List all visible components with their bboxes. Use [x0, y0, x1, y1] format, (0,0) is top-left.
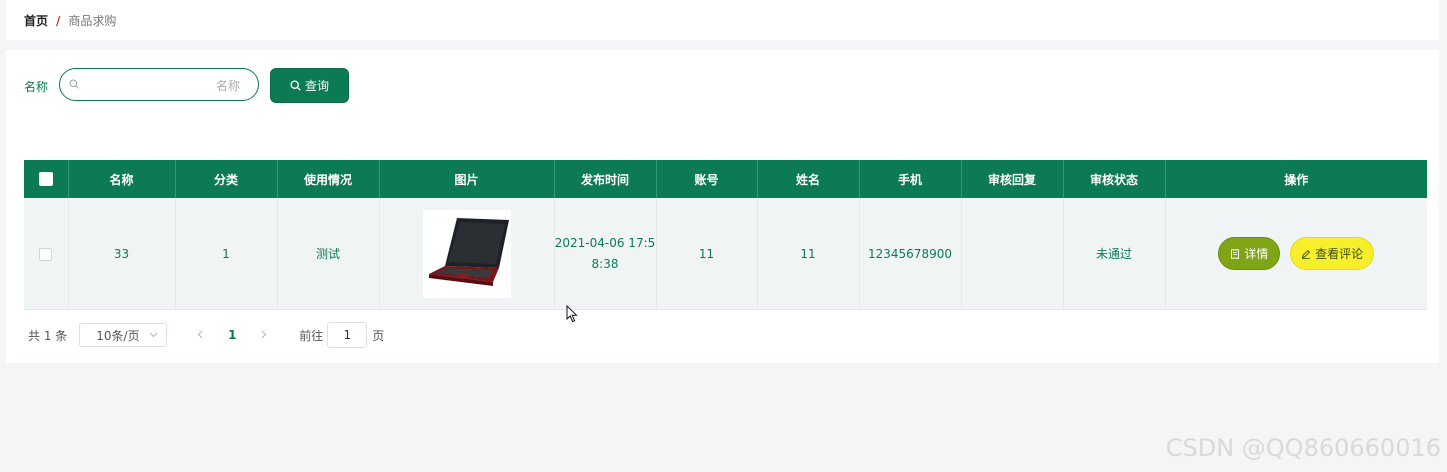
search-input[interactable]: [88, 75, 242, 97]
pagination-total: 共 1 条: [28, 328, 68, 343]
row-select-cell[interactable]: [24, 198, 69, 310]
page-number-1[interactable]: 1: [219, 328, 245, 342]
chevron-left-icon: [198, 330, 203, 339]
page-size-value: 10条/页: [96, 328, 140, 343]
prev-page-button[interactable]: [187, 328, 213, 342]
header-publish-time: 发布时间: [554, 160, 657, 198]
goto-label: 前往: [299, 328, 324, 343]
cell-category: 1: [175, 198, 278, 310]
table-header-row: 名称 分类 使用情况 图片 发布时间 账号 姓名 手机 审核回复 审核状态 操作: [24, 160, 1427, 198]
cell-phone: 12345678900: [859, 198, 962, 310]
header-image: 图片: [379, 160, 555, 198]
header-phone: 手机: [859, 160, 962, 198]
header-select-all[interactable]: [24, 160, 69, 198]
header-review-reply: 审核回复: [961, 160, 1064, 198]
query-button[interactable]: 查询: [270, 68, 349, 103]
search-box[interactable]: [59, 68, 259, 101]
watermark: CSDN @QQ860660016: [1165, 434, 1441, 462]
header-actions: 操作: [1165, 160, 1427, 198]
header-account: 账号: [656, 160, 758, 198]
edit-icon: [1302, 249, 1311, 259]
search-icon: [69, 79, 79, 89]
cell-usage: 测试: [277, 198, 380, 310]
breadcrumb-home[interactable]: 首页: [24, 12, 48, 29]
breadcrumb-separator: /: [56, 13, 61, 28]
table-row: 33 1 测试 2021-04-06 17:58:38 11 11 123456…: [24, 198, 1427, 310]
row-checkbox[interactable]: [39, 247, 53, 261]
breadcrumb: 首页 / 商品求购: [24, 12, 116, 29]
header-usage: 使用情况: [277, 160, 380, 198]
search-icon: [290, 80, 301, 91]
cell-account: 11: [656, 198, 758, 310]
chevron-down-icon: [149, 332, 158, 338]
header-name: 名称: [68, 160, 176, 198]
cell-publish-time: 2021-04-06 17:58:38: [554, 198, 657, 310]
cell-review-status: 未通过: [1063, 198, 1166, 310]
goto-page-input[interactable]: [327, 322, 368, 348]
main-panel: 名称 查询 名称 分类 使用情况 图片 发布时间 账号: [6, 50, 1439, 363]
cursor-icon: [566, 305, 578, 323]
next-page-button[interactable]: [251, 328, 277, 342]
breadcrumb-current: 商品求购: [68, 14, 117, 28]
search-label: 名称: [24, 80, 49, 94]
detail-button-label: 详情: [1244, 247, 1269, 261]
select-all-checkbox[interactable]: [38, 172, 53, 187]
cell-review-reply: [961, 198, 1064, 310]
cell-real-name: 11: [757, 198, 860, 310]
detail-button[interactable]: 详情: [1218, 237, 1281, 270]
cell-actions: 详情 查看评论: [1165, 198, 1427, 310]
page-unit-label: 页: [372, 328, 385, 343]
cell-name: 33: [68, 198, 176, 310]
query-button-label: 查询: [304, 79, 329, 93]
pagination: 共 1 条 10条/页 1 前往 页: [28, 322, 384, 348]
chevron-right-icon: [261, 330, 267, 339]
document-icon: [1231, 248, 1240, 259]
cell-image: [379, 198, 555, 310]
page-size-select[interactable]: 10条/页: [79, 323, 168, 347]
header-real-name: 姓名: [757, 160, 860, 198]
view-comments-label: 查看评论: [1315, 247, 1364, 261]
laptop-image[interactable]: [422, 209, 511, 298]
breadcrumb-bar: 首页 / 商品求购: [6, 0, 1439, 40]
header-category: 分类: [175, 160, 278, 198]
header-review-status: 审核状态: [1063, 160, 1166, 198]
data-table: 名称 分类 使用情况 图片 发布时间 账号 姓名 手机 审核回复 审核状态 操作…: [24, 160, 1427, 310]
view-comments-button[interactable]: 查看评论: [1290, 237, 1375, 270]
